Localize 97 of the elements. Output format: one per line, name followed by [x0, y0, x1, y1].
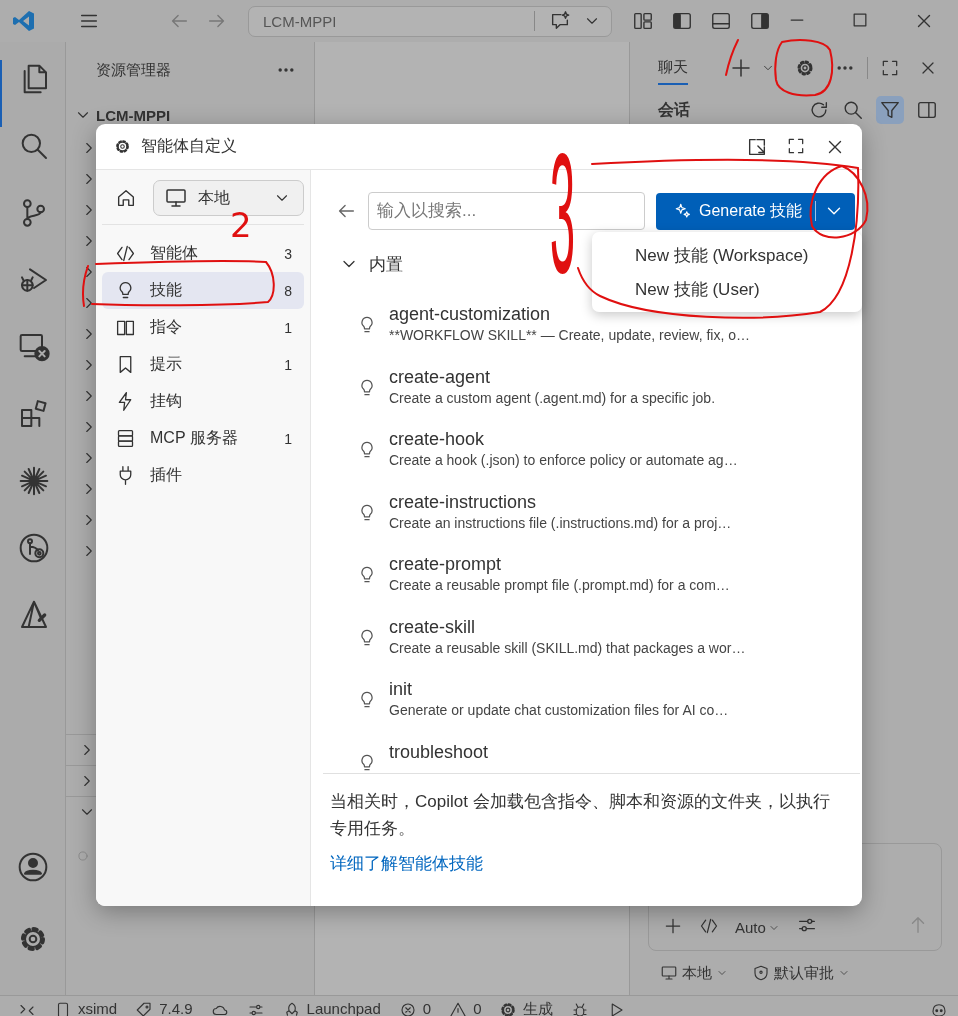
skill-item[interactable]: create-hook Create a hook (.json) to enforce policy or automate ag…: [323, 426, 860, 489]
account-icon[interactable]: [16, 851, 49, 883]
skill-description: Create a custom agent (.agent.md) for a specific job.: [389, 388, 716, 408]
skill-item[interactable]: create-instructions Create an instructions file (.instructions.md) for a proj…: [323, 488, 860, 551]
app-logo: [12, 9, 36, 33]
warning-icon[interactable]: [449, 1001, 468, 1016]
option-picker[interactable]: 本地: [682, 963, 712, 983]
nav-item[interactable]: 提示 1: [102, 346, 304, 383]
sidebar-toggle-icon[interactable]: [671, 10, 693, 32]
status-item[interactable]: 0: [473, 1001, 482, 1016]
status-item[interactable]: 生成: [523, 1001, 554, 1016]
search-icon[interactable]: [842, 99, 864, 121]
skill-description: Generate or update chat customization files for AI co…: [389, 701, 729, 720]
refresh-icon[interactable]: [808, 99, 830, 121]
skill-name: create-instructions: [389, 490, 538, 513]
burst-icon: [17, 465, 50, 497]
gear-icon[interactable]: [499, 1001, 518, 1016]
skill-description: Create a reusable skill (SKILL.md) that packages a wor…: [389, 638, 746, 658]
settings-icon[interactable]: [795, 58, 815, 78]
option-picker[interactable]: 默认审批: [774, 963, 834, 983]
skill-name: create-agent: [389, 365, 492, 388]
circle-icon: [76, 849, 90, 863]
annotation-stroke: [774, 39, 834, 97]
count: 3: [284, 245, 292, 262]
plus-icon[interactable]: [729, 56, 753, 80]
nav-label: 智能体: [150, 243, 199, 263]
remote-icon: [17, 331, 50, 363]
settings-icon: [114, 138, 131, 155]
count: 8: [284, 282, 292, 299]
nav-item[interactable]: 指令 1: [102, 309, 304, 346]
nav-label: 插件: [150, 465, 183, 485]
skill-description: Create a hook (.json) to enforce policy or automate ag…: [389, 451, 738, 470]
panel-icon[interactable]: [916, 99, 938, 121]
nav-item[interactable]: MCP 服务器 1: [102, 420, 304, 457]
chat-tab[interactable]: 聊天: [658, 51, 688, 85]
section-heading: 会话: [658, 99, 690, 120]
group-heading[interactable]: 内置: [369, 252, 403, 276]
plus-icon[interactable]: [663, 916, 683, 936]
dialog-title: 智能体自定义: [141, 136, 237, 156]
chat-icon[interactable]: [549, 10, 571, 32]
maximize-icon[interactable]: [880, 58, 900, 78]
sparkle-icon: [674, 202, 692, 220]
layout-icon[interactable]: [632, 10, 654, 32]
folder-name[interactable]: LCM-MPPI: [96, 106, 171, 124]
tag-icon[interactable]: [135, 1001, 154, 1016]
skill-description: Create a reusable prompt file (.prompt.md) for a com…: [389, 576, 730, 595]
learn-more-link[interactable]: 详细了解智能体技能: [330, 852, 483, 875]
skill-name: agent-customization: [389, 303, 552, 325]
nav-item[interactable]: 插件: [102, 457, 304, 494]
monitor-icon: [164, 186, 188, 210]
skill-name: create-skill: [389, 615, 477, 638]
explorer-title: 资源管理器: [96, 60, 171, 80]
panel-toggle-icon[interactable]: [710, 10, 732, 32]
skill-name: create-hook: [389, 428, 486, 450]
shield-icon: [752, 964, 770, 982]
status-item[interactable]: 0: [422, 1001, 432, 1016]
generate-button[interactable]: Generate 技能: [656, 192, 855, 230]
home-icon[interactable]: [115, 187, 137, 209]
git-graph-icon: [17, 532, 50, 564]
copilot-icon[interactable]: [930, 1001, 948, 1016]
help-text: 当相关时，Copilot 会加载包含指令、脚本和资源的文件夹，以执行专用任务。: [330, 791, 831, 840]
server-icon: [115, 428, 136, 449]
skill-item[interactable]: troubleshoot: [323, 738, 860, 773]
status-item[interactable]: 7.4.9: [159, 1001, 193, 1016]
command-center[interactable]: LCM-MPPI: [248, 5, 612, 37]
count: 1: [284, 430, 292, 447]
skill-item[interactable]: create-agent Create a custom agent (.agent.md) for a specific job.: [323, 363, 860, 426]
filter-button[interactable]: [876, 96, 904, 124]
skill-name: troubleshoot: [389, 740, 489, 763]
skill-item[interactable]: init Generate or update chat customization files for AI co…: [323, 676, 860, 739]
agent-icon[interactable]: [699, 916, 719, 936]
nav-item[interactable]: 技能 8: [102, 272, 304, 309]
secondary-sidebar-icon[interactable]: [749, 10, 771, 32]
skill-description: **WORKFLOW SKILL** — Create, update, review, fix, o…: [389, 326, 751, 345]
mode-picker[interactable]: Auto: [735, 919, 766, 936]
filter-icon: [879, 99, 901, 121]
annotation-stroke: [725, 39, 739, 76]
count: 1: [284, 356, 292, 373]
agent-icon: [115, 243, 136, 264]
nav-label: 技能: [150, 280, 183, 300]
error-icon[interactable]: [398, 1001, 417, 1016]
nav-label: 挂钩: [150, 391, 183, 411]
menu-item[interactable]: New 技能 (Workspace): [635, 240, 862, 274]
nav-label: MCP 服务器: [150, 428, 239, 448]
count: 1: [284, 319, 292, 336]
bug-icon[interactable]: [571, 1001, 590, 1016]
skill-item[interactable]: create-skill Create a reusable skill (SKILL.md) that packages a wor…: [323, 613, 860, 676]
nav-label: 指令: [150, 317, 183, 337]
status-item[interactable]: xsimd: [78, 1001, 118, 1016]
skill-item[interactable]: create-prompt Create a reusable prompt file (.prompt.md) for a com…: [323, 551, 860, 614]
menu-item[interactable]: New 技能 (User): [635, 274, 862, 308]
monitor-icon: [660, 964, 678, 982]
skill-name: create-prompt: [389, 553, 503, 575]
skill-description: Create an instructions file (.instructions.md) for a proj…: [389, 513, 732, 533]
nav-label: 提示: [150, 354, 183, 374]
nav-item[interactable]: 挂钩: [102, 383, 304, 420]
skill-name: init: [389, 678, 413, 700]
